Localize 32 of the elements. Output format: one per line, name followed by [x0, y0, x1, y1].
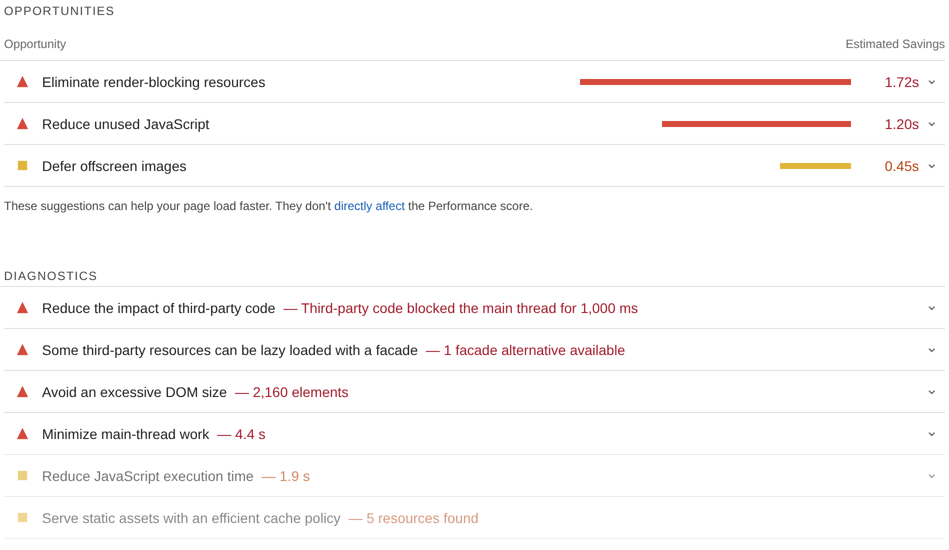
audit-title[interactable]: Some third-party resources can be lazy loaded with a facade [42, 342, 418, 358]
expand-chevron[interactable]: ⌄ [919, 154, 945, 172]
audit-detail: — 4.4 s [217, 426, 266, 442]
section-heading: OPPORTUNITIES [3, 3, 116, 20]
savings-value: 1.20s [884, 116, 919, 132]
column-header: Estimated Savings [846, 37, 945, 51]
audit-title[interactable]: Serve static assets with an efficient cache policy [42, 510, 341, 526]
audit-title[interactable]: Reduce unused JavaScript [42, 116, 210, 132]
expand-chevron[interactable]: ⌄ [919, 338, 945, 356]
column-header: Opportunity [4, 37, 66, 51]
expand-chevron[interactable]: ⌄ [919, 380, 945, 398]
audit-detail: — 5 resources found [348, 510, 479, 526]
audit-title[interactable]: Minimize main-thread work [42, 426, 210, 442]
expand-chevron[interactable]: ⌄ [919, 70, 945, 88]
audit-title[interactable]: Eliminate render-blocking resources [42, 74, 266, 90]
expand-chevron[interactable]: ⌄ [919, 296, 945, 314]
note-text: These suggestions can help your page load faster. They don't directly affect the Performance score. [3, 198, 534, 215]
directly-affect-link[interactable]: directly affect [334, 199, 405, 213]
audit-title[interactable]: Defer offscreen images [42, 158, 186, 174]
savings-value: 1.72s [884, 74, 919, 90]
section-heading: DIAGNOSTICS [0, 263, 945, 287]
expand-chevron[interactable]: ⌄ [919, 422, 945, 440]
audit-detail: — 1 facade alternative available [426, 342, 626, 358]
expand-chevron[interactable]: ⌄ [919, 112, 945, 130]
audit-title[interactable]: Avoid an excessive DOM size [42, 384, 227, 400]
audit-detail: — 2,160 elements [234, 384, 349, 400]
audit-title[interactable]: Reduce JavaScript execution time [42, 468, 254, 484]
savings-bar [780, 162, 851, 168]
audit-title[interactable]: Reduce the impact of third-party code [42, 300, 276, 316]
savings-value: 0.45s [884, 158, 919, 174]
audit-detail: — 1.9 s [262, 468, 310, 484]
audit-detail: — Third-party code blocked the main thread for 1,000 ms [283, 300, 638, 316]
